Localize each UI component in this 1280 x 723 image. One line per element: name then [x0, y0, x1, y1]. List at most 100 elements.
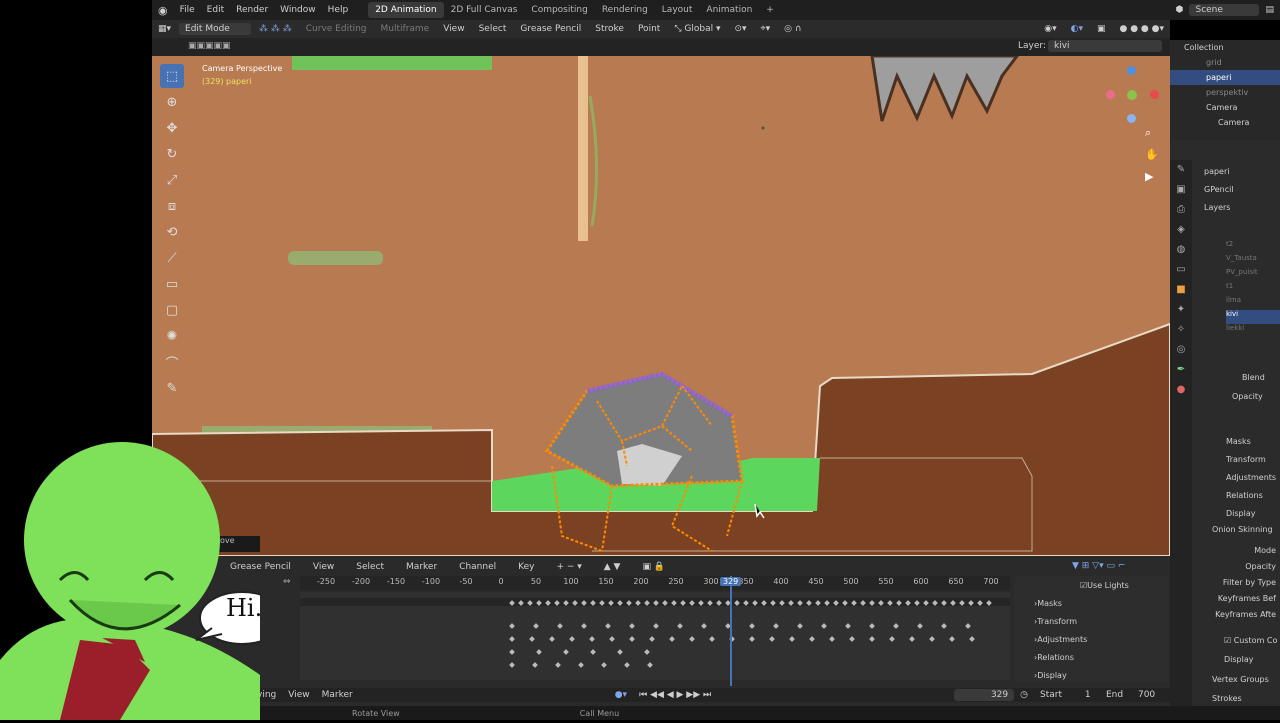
- keyframe-diamond[interactable]: [909, 636, 915, 642]
- keyframe-diamond[interactable]: [509, 649, 515, 655]
- menu-point[interactable]: Point: [632, 23, 666, 35]
- masks-panel[interactable]: Masks: [1226, 432, 1280, 450]
- neg-x-axis-icon[interactable]: [1106, 90, 1115, 99]
- menu-render[interactable]: Render: [230, 5, 274, 15]
- keyframe-diamond[interactable]: [689, 636, 695, 642]
- camera-view-icon[interactable]: ▶: [1145, 170, 1153, 183]
- keyframe-diamond[interactable]: [644, 649, 650, 655]
- keyframe-diamond[interactable]: [869, 636, 875, 642]
- effects-tab-icon[interactable]: ✧: [1170, 320, 1192, 340]
- tab-2d-full-canvas[interactable]: 2D Full Canvas: [444, 2, 525, 18]
- keyframe-diamond[interactable]: [629, 623, 635, 629]
- radius-tool-icon[interactable]: ▭: [160, 272, 184, 296]
- tl-menu-view[interactable]: View: [307, 561, 340, 573]
- gizmo-icon[interactable]: ◉▾: [1038, 23, 1062, 35]
- menu-edit[interactable]: Edit: [201, 5, 230, 15]
- menu-window[interactable]: Window: [274, 5, 322, 15]
- keyframe-diamond[interactable]: [617, 649, 623, 655]
- side-relations-panel[interactable]: › Relations: [1014, 648, 1168, 666]
- shear-tool-icon[interactable]: ⟋: [160, 246, 184, 270]
- filter-icons[interactable]: ▼ ⊞ ▽▾ ▭ ⌐: [1072, 561, 1125, 571]
- tab-2d-animation[interactable]: 2D Animation: [368, 2, 444, 18]
- display-panel[interactable]: Display: [1226, 504, 1280, 522]
- layer-item[interactable]: t2: [1226, 240, 1280, 254]
- keyframe-diamond[interactable]: [601, 662, 607, 668]
- menu-grease-pencil[interactable]: Grease Pencil: [514, 23, 587, 35]
- keyframe-diamond[interactable]: [669, 636, 675, 642]
- frame-field[interactable]: 329: [954, 689, 1015, 701]
- tool-tab-icon[interactable]: ✎: [1170, 160, 1192, 180]
- curve-editing-toggle[interactable]: Curve Editing: [300, 23, 373, 35]
- data-tab-icon[interactable]: ✒: [1170, 360, 1192, 380]
- keyframe-diamond[interactable]: [649, 636, 655, 642]
- keyframe-diamond[interactable]: [789, 636, 795, 642]
- keyframe-diamond[interactable]: [529, 636, 535, 642]
- transform-tool-icon[interactable]: ⧈: [160, 194, 184, 218]
- 3d-viewport[interactable]: Camera Perspective (329) paperi ⌕ ✋ ▶: [152, 56, 1170, 556]
- keyframe-diamond[interactable]: [624, 662, 630, 668]
- outliner-item-perspektiv[interactable]: perspektiv: [1170, 85, 1280, 100]
- pivot-icon[interactable]: ⊙▾: [728, 23, 752, 35]
- keyframe-diamond[interactable]: [509, 623, 515, 629]
- modifier-tab-icon[interactable]: ✦: [1170, 300, 1192, 320]
- keyframe-diamond[interactable]: [929, 636, 935, 642]
- last-operator-label[interactable]: ove: [220, 536, 235, 545]
- tl-menu-select[interactable]: Select: [350, 561, 390, 573]
- display-panel-2[interactable]: Display: [1224, 655, 1254, 664]
- keyframe-diamond[interactable]: [581, 623, 587, 629]
- object-tab-icon[interactable]: ■: [1170, 280, 1192, 300]
- outliner-item-camera-collection[interactable]: Camera: [1170, 100, 1280, 115]
- keyframe-diamond[interactable]: [563, 649, 569, 655]
- transform-orientation-dropdown[interactable]: ⤡ Global ▾: [668, 23, 726, 35]
- select-mode-icons[interactable]: ⁂ ⁂ ⁂: [253, 23, 298, 35]
- tab-compositing[interactable]: Compositing: [524, 2, 594, 18]
- keyframe-diamond[interactable]: [845, 623, 851, 629]
- current-frame-badge[interactable]: 329: [720, 577, 742, 586]
- keyframe-diamond[interactable]: [536, 649, 542, 655]
- pan-hand-icon[interactable]: ✋: [1145, 148, 1159, 161]
- swap-range-icon[interactable]: ⇔: [283, 577, 291, 587]
- bend-tool-icon[interactable]: ⟲: [160, 220, 184, 244]
- keyframe-diamond[interactable]: [555, 662, 561, 668]
- keyframe-diamond[interactable]: [532, 662, 538, 668]
- keyframe-diamond[interactable]: [917, 623, 923, 629]
- overlay-icon[interactable]: ◐▾: [1065, 23, 1089, 35]
- menu-file[interactable]: File: [174, 5, 201, 15]
- xray-icon[interactable]: ▣: [1091, 23, 1112, 35]
- keyframe-diamond[interactable]: [701, 623, 707, 629]
- material-tab-icon[interactable]: ●: [1170, 380, 1192, 400]
- keyframe-diamond[interactable]: [569, 636, 575, 642]
- keyframe-diamond[interactable]: [749, 636, 755, 642]
- keyframe-diamond[interactable]: [969, 636, 975, 642]
- measure-tool-icon[interactable]: ⌒: [160, 350, 184, 374]
- tab-layout[interactable]: Layout: [655, 2, 700, 18]
- bottom-view-menu[interactable]: View: [282, 689, 315, 701]
- neg-z-axis-icon[interactable]: [1127, 114, 1136, 123]
- rotate-tool-icon[interactable]: ↻: [160, 142, 184, 166]
- transport-icons[interactable]: ⏮ ◀◀ ◀ ▶ ▶▶ ⏭: [633, 689, 717, 701]
- use-lights-checkbox[interactable]: ☑ Use Lights: [1014, 576, 1168, 594]
- z-axis-icon[interactable]: [1127, 66, 1136, 75]
- keyframe-diamond[interactable]: [829, 636, 835, 642]
- layer-item[interactable]: t1: [1226, 282, 1280, 296]
- zoom-icon[interactable]: ⌕: [1145, 126, 1151, 140]
- layer-dropdown[interactable]: kivi: [1048, 40, 1162, 52]
- x-axis-icon[interactable]: [1150, 90, 1159, 99]
- playhead-line[interactable]: [730, 576, 732, 686]
- keyframe-diamond[interactable]: [589, 636, 595, 642]
- side-display-panel[interactable]: › Display: [1014, 666, 1168, 684]
- end-frame-field[interactable]: End 700: [1100, 689, 1170, 701]
- menu-help[interactable]: Help: [322, 5, 355, 15]
- blender-logo-icon[interactable]: ◉: [152, 4, 174, 17]
- interpolate-tool-icon[interactable]: ✺: [160, 324, 184, 348]
- keyframe-diamond[interactable]: [889, 636, 895, 642]
- move-layer-icons[interactable]: ▲ ▼: [598, 561, 627, 573]
- navigation-gizmo[interactable]: [1102, 64, 1162, 124]
- snap-buttons-icon[interactable]: ▣▣▣▣▣: [188, 41, 231, 51]
- layer-item[interactable]: V_Tausta: [1226, 254, 1280, 268]
- keyframe-diamond[interactable]: [653, 623, 659, 629]
- keyframe-diamond[interactable]: [605, 623, 611, 629]
- frame-ruler[interactable]: -250 -200 -150 -100 -50 0 50 100 150 200 250 300 350…: [300, 576, 1010, 590]
- y-axis-icon[interactable]: [1127, 90, 1137, 100]
- keyframe-diamond[interactable]: [769, 636, 775, 642]
